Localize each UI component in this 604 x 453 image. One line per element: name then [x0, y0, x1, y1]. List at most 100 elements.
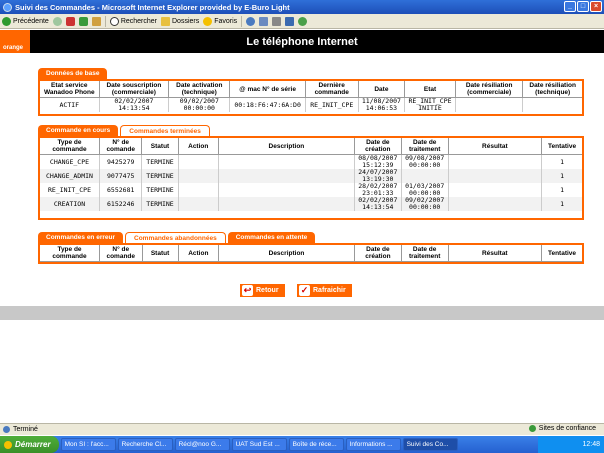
footer-bar — [0, 306, 604, 320]
table-row: CHANGE_ADMIN 9077475 TERMINE 24/07/2007 … — [40, 169, 582, 183]
table-header: Dernière commande — [305, 81, 359, 98]
table-cell — [218, 183, 355, 197]
table-header: Statut — [141, 138, 179, 155]
orders-table: Type de commande N° de comande Statut Ac… — [40, 138, 582, 211]
stop-icon — [65, 16, 75, 26]
messenger-icon — [298, 16, 308, 26]
table-cell — [218, 154, 355, 169]
window-title: Suivi des Commandes - Microsoft Internet… — [15, 2, 290, 12]
errors-table: Type de commande N° de comande Statut Ac… — [40, 245, 582, 262]
taskbar-item[interactable]: Mon SI : l'acc... — [60, 438, 116, 451]
back-arrow-icon — [2, 16, 11, 26]
minimize-button[interactable]: _ — [564, 1, 576, 12]
taskbar-item-active[interactable]: Suivi des Co... — [402, 438, 458, 451]
table-cell — [448, 183, 543, 197]
taskbar-item[interactable]: Informations ... — [345, 438, 401, 451]
toolbar-separator — [241, 15, 243, 27]
history-button[interactable] — [246, 16, 256, 26]
table-cell: CREATION — [40, 197, 100, 211]
table-cell — [178, 197, 219, 211]
table-header: Type de commande — [40, 245, 100, 262]
tab-commandes-abandonnees[interactable]: Commandes abandonnées — [125, 232, 226, 243]
refresh-icon — [78, 16, 88, 26]
tab-commandes-terminees[interactable]: Commandes terminées — [120, 125, 210, 136]
table-header: N° de comande — [99, 245, 143, 262]
favorites-button[interactable]: Favoris — [203, 16, 237, 26]
table-header: Date de création — [354, 138, 402, 155]
messenger-button[interactable] — [298, 16, 308, 26]
refresh-toolbar-button[interactable] — [78, 16, 88, 26]
table-cell: CHANGE_CPE — [40, 154, 100, 169]
rafraichir-button[interactable]: ✓ Rafraichir — [297, 284, 352, 297]
windows-logo-icon — [4, 440, 12, 449]
table-header: Date de création — [354, 245, 402, 262]
table-cell — [178, 169, 219, 183]
retour-button[interactable]: ↩ Retour — [240, 284, 285, 297]
close-button[interactable]: × — [590, 1, 602, 12]
table-cell: RE_INIT_CPE — [40, 183, 100, 197]
tab-commandes-en-erreur[interactable]: Commandes en erreur — [38, 232, 123, 243]
home-icon — [91, 16, 101, 26]
history-icon — [246, 16, 256, 26]
table-cell: 02/02/2007 14:13:54 — [99, 97, 170, 112]
table-header: Résultat — [448, 245, 543, 262]
forward-arrow-icon — [52, 16, 62, 26]
table-header: N° de comande — [99, 138, 143, 155]
forward-button[interactable] — [52, 16, 62, 26]
security-zone: Sites de confiance — [528, 425, 596, 432]
taskbar-item[interactable]: Recherche Cl... — [117, 438, 173, 451]
table-header: Description — [218, 245, 356, 262]
table-header: @ mac N° de série — [229, 81, 306, 98]
table-cell: TERMINE — [141, 183, 179, 197]
table-cell: ACTIF — [40, 97, 100, 112]
system-tray: 12:48 — [538, 436, 604, 453]
taskbar-item[interactable]: Boîte de réce... — [288, 438, 344, 451]
print-button[interactable] — [272, 16, 282, 26]
table-row: CHANGE_CPE 9425279 TERMINE 08/08/2007 15… — [40, 154, 582, 169]
table-cell: 1 — [560, 157, 564, 166]
start-button[interactable]: Démarrer — [0, 436, 59, 453]
table-row: ACTIF 02/02/2007 14:13:54 09/02/2007 00:… — [40, 97, 582, 113]
table-header: Date activation (technique) — [168, 81, 231, 98]
ie-icon — [3, 2, 12, 12]
table-header: Résultat — [448, 138, 543, 155]
table-cell — [523, 98, 582, 113]
table-cell: TERMINE — [141, 154, 179, 169]
table-header: Action — [178, 245, 220, 262]
table-cell: 09/02/2007 00:00:00 — [168, 97, 231, 112]
table-cell — [401, 169, 449, 183]
table-cell: 24/07/2007 13:19:30 — [354, 169, 402, 183]
taskbar-item[interactable]: Récl@noo G... — [174, 438, 230, 451]
table-cell: 1 — [560, 185, 564, 194]
table-cell: RE_INIT_CPE — [305, 97, 359, 112]
edit-button[interactable] — [285, 16, 295, 26]
checkmark-icon: ✓ — [299, 285, 310, 296]
stop-button[interactable] — [65, 16, 75, 26]
table-header: Statut — [142, 245, 179, 262]
page-title: Le téléphone Internet — [30, 30, 604, 53]
folders-button[interactable]: Dossiers — [161, 16, 199, 26]
table-row: RE_INIT_CPE 6552681 TERMINE 28/02/2007 2… — [40, 183, 582, 197]
table-header: Action — [178, 138, 219, 155]
table-cell: 9077475 — [99, 169, 143, 183]
home-button[interactable] — [91, 16, 101, 26]
table-cell — [178, 154, 219, 169]
tab-commande-en-cours[interactable]: Commande en cours — [38, 125, 119, 136]
trusted-zone-icon — [528, 425, 536, 432]
tab-donnees-de-base[interactable]: Données de base — [38, 68, 108, 79]
table-header: Date résiliation (technique) — [522, 81, 582, 98]
table-cell: 09/02/2007 00:00:00 — [401, 197, 449, 211]
base-data-panel: Etat service Wanadoo Phone Date souscrip… — [38, 79, 584, 116]
table-cell — [178, 183, 219, 197]
table-cell: 28/02/2007 23:01:33 — [354, 183, 402, 197]
tab-commandes-en-attente[interactable]: Commandes en attente — [227, 232, 316, 243]
maximize-button[interactable]: □ — [577, 1, 589, 12]
mail-button[interactable] — [259, 16, 269, 26]
search-button[interactable]: Rechercher — [109, 16, 157, 26]
toolbar-separator — [104, 15, 106, 27]
taskbar-item[interactable]: UAT Sud Est ... — [231, 438, 287, 451]
table-header: Date de traitement — [401, 245, 449, 262]
page-icon — [3, 426, 10, 433]
table-cell: 08/08/2007 15:12:39 — [354, 154, 402, 169]
back-button[interactable]: Précédente — [2, 16, 49, 26]
